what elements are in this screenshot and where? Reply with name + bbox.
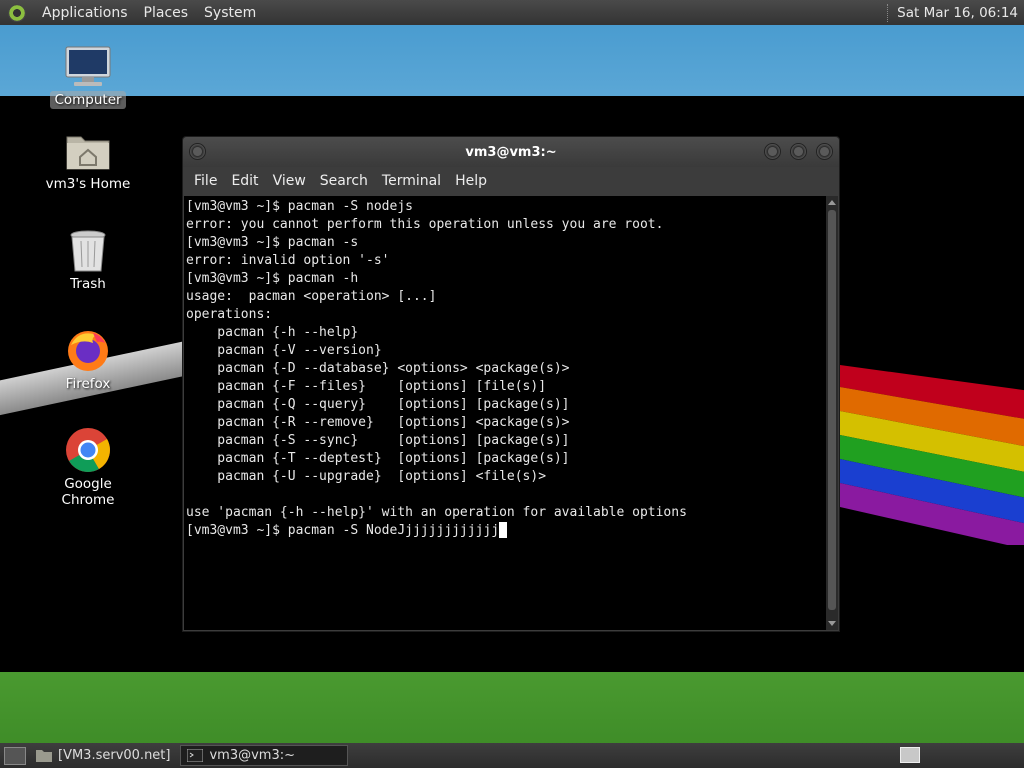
bottom-panel: [VM3.serv00.net] vm3@vm3:~ xyxy=(0,743,1024,768)
desktop-icon-home[interactable]: vm3's Home xyxy=(33,129,143,193)
terminal-line: pacman {-R --remove} [options] <package(… xyxy=(186,415,570,430)
terminal-line: operations: xyxy=(186,307,273,322)
terminal-scrollbar[interactable] xyxy=(826,196,838,630)
scrollbar-thumb[interactable] xyxy=(828,210,836,610)
home-folder-icon xyxy=(66,136,110,170)
menu-places[interactable]: Places xyxy=(136,5,197,21)
terminal-icon xyxy=(187,749,204,762)
wallpaper-sky xyxy=(0,25,1024,96)
terminal-menubar: File Edit View Search Terminal Help xyxy=(183,167,839,195)
menu-file[interactable]: File xyxy=(187,173,224,189)
terminal-line: error: invalid option '-s' xyxy=(186,253,390,268)
wallpaper-grass xyxy=(0,672,1024,743)
menu-edit[interactable]: Edit xyxy=(224,173,265,189)
terminal-line: [vm3@vm3 ~]$ pacman -h xyxy=(186,271,359,286)
folder-icon xyxy=(36,750,52,762)
menu-help[interactable]: Help xyxy=(448,173,494,189)
show-desktop-button[interactable] xyxy=(4,746,26,765)
terminal-line: use 'pacman {-h --help}' with an operati… xyxy=(186,505,687,520)
panel-separator xyxy=(887,3,889,22)
chrome-icon xyxy=(66,428,110,472)
terminal-line: pacman {-h --help} xyxy=(186,325,359,340)
terminal-line: pacman {-F --files} [options] [file(s)] xyxy=(186,379,547,394)
terminal-output[interactable]: [vm3@vm3 ~]$ pacman -S nodejs error: you … xyxy=(184,196,826,630)
window-menu-icon[interactable] xyxy=(189,143,206,160)
menu-applications[interactable]: Applications xyxy=(34,5,136,21)
terminal-line: usage: pacman <operation> [...] xyxy=(186,289,437,304)
distro-logo-icon[interactable] xyxy=(8,3,26,22)
firefox-icon xyxy=(68,331,108,371)
window-title: vm3@vm3:~ xyxy=(465,144,557,160)
menu-terminal[interactable]: Terminal xyxy=(375,173,448,189)
terminal-line: pacman {-V --version} xyxy=(186,343,382,358)
text-cursor xyxy=(499,522,508,538)
terminal-line: pacman {-S --sync} [options] [package(s)… xyxy=(186,433,570,448)
wallpaper-rainbow xyxy=(840,365,1024,545)
clock[interactable]: Sat Mar 16, 06:14 xyxy=(897,5,1018,21)
computer-icon xyxy=(65,46,111,86)
terminal-line: pacman {-D --database} <options> <packag… xyxy=(186,361,570,376)
terminal-line: pacman {-U --upgrade} [options] <file(s)… xyxy=(186,469,547,484)
scroll-down-icon[interactable] xyxy=(828,621,836,626)
top-panel: Applications Places System Sat Mar 16, 0… xyxy=(0,0,1024,25)
menu-search[interactable]: Search xyxy=(313,173,375,189)
terminal-window[interactable]: vm3@vm3:~ File Edit View Search Terminal… xyxy=(182,136,840,632)
scroll-up-icon[interactable] xyxy=(828,200,836,205)
desktop-icon-chrome[interactable]: Google Chrome xyxy=(33,427,143,509)
menu-view[interactable]: View xyxy=(266,173,313,189)
taskbar-item-terminal[interactable]: vm3@vm3:~ xyxy=(180,745,349,766)
terminal-line: error: you cannot perform this operation… xyxy=(186,217,664,232)
trash-icon xyxy=(70,230,106,272)
terminal-titlebar[interactable]: vm3@vm3:~ xyxy=(183,137,839,167)
desktop-icon-trash[interactable]: Trash xyxy=(33,229,143,293)
minimize-button[interactable] xyxy=(764,143,781,160)
terminal-line: [vm3@vm3 ~]$ pacman -S nodejs xyxy=(186,199,413,214)
maximize-button[interactable] xyxy=(790,143,807,160)
terminal-text: [vm3@vm3 ~]$ pacman -S nodejs error: you … xyxy=(184,196,826,540)
terminal-line: pacman {-T --deptest} [options] [package… xyxy=(186,451,570,466)
terminal-input-line[interactable]: [vm3@vm3 ~]$ pacman -S NodeJjjjjjjjjjjjj xyxy=(186,522,826,540)
terminal-line: [vm3@vm3 ~]$ pacman -s xyxy=(186,235,359,250)
workspace-switcher[interactable] xyxy=(900,747,920,763)
desktop-icon-computer[interactable]: Computer xyxy=(33,45,143,109)
terminal-line: pacman {-Q --query} [options] [package(s… xyxy=(186,397,570,412)
desktop-icon-firefox[interactable]: Firefox xyxy=(33,327,143,393)
taskbar-item-folder[interactable]: [VM3.serv00.net] xyxy=(30,745,176,766)
close-button[interactable] xyxy=(816,143,833,160)
menu-system[interactable]: System xyxy=(196,5,264,21)
